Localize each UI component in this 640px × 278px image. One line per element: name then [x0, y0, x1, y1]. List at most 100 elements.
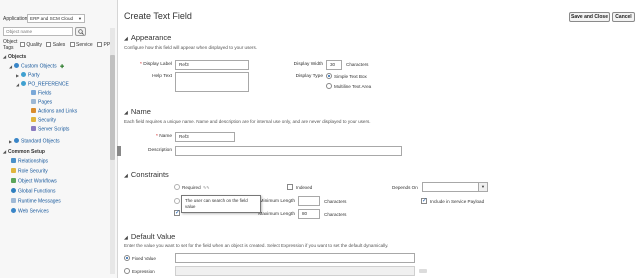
- search-button[interactable]: [75, 27, 86, 36]
- tree-item-po-reference[interactable]: ◢ PO_REFERENCE: [16, 81, 69, 88]
- minimum-length-input[interactable]: [298, 196, 320, 206]
- required-toggle[interactable]: [174, 184, 180, 190]
- expression-builder-icon[interactable]: [419, 269, 427, 273]
- display-type-simple-label: Simple Text Box: [334, 74, 367, 79]
- object-search-input[interactable]: Object name: [3, 27, 73, 36]
- common-setup-header[interactable]: ◢ Common Setup: [3, 149, 45, 155]
- relationships-icon: [11, 158, 16, 163]
- messages-icon: [11, 198, 16, 203]
- tree-item-party[interactable]: ▶ Party: [16, 72, 40, 79]
- add-icon[interactable]: ✚: [60, 64, 64, 70]
- tree-item-pages[interactable]: Pages: [31, 99, 52, 106]
- display-type-multiline-radio[interactable]: [326, 83, 332, 89]
- collapse-icon: ◢: [124, 110, 128, 116]
- display-label-label: * Display Label: [139, 62, 172, 67]
- indexed-label: Indexed: [296, 185, 313, 190]
- expression-label: Expression: [132, 269, 155, 274]
- navigator-scrollbar-thumb[interactable]: [110, 55, 115, 160]
- collapse-pane-handle[interactable]: [117, 146, 121, 156]
- searchable-checkbox[interactable]: [174, 209, 180, 216]
- setup-item-relationships[interactable]: Relationships: [11, 158, 48, 165]
- help-text-label: Help Text: [152, 74, 172, 79]
- setup-item-global-functions[interactable]: Global Functions: [11, 188, 56, 195]
- display-label-input[interactable]: Ref3: [175, 60, 249, 70]
- collapse-icon: ◢: [124, 36, 128, 42]
- maximum-length-input[interactable]: 80: [298, 209, 320, 219]
- description-input[interactable]: [175, 146, 402, 156]
- setup-item-role-security[interactable]: Role Security: [11, 168, 48, 175]
- security-icon: [31, 117, 36, 122]
- service-payload-label: Include in Service Payload: [430, 199, 485, 204]
- display-width-label: Display Width: [293, 62, 323, 67]
- description-label: Description: [148, 148, 172, 153]
- tag-checkbox-sales[interactable]: [46, 42, 52, 48]
- updateable-toggle[interactable]: [174, 198, 180, 204]
- actions-icon: [31, 108, 36, 113]
- tree-item-custom-objects[interactable]: ◢ Custom Objects ✚: [9, 63, 64, 70]
- chevron-down-icon: ▼: [478, 183, 487, 191]
- tag-checkbox-pp[interactable]: [97, 42, 103, 48]
- custom-objects-icon: [14, 63, 19, 68]
- cancel-button[interactable]: Cancel: [612, 12, 635, 22]
- minimum-length-unit: Characters: [324, 199, 347, 204]
- tree-item-fields[interactable]: Fields: [31, 90, 51, 97]
- display-width-unit: Characters: [346, 62, 369, 67]
- object-icon: [21, 81, 26, 86]
- collapse-icon: ◢: [124, 173, 128, 179]
- search-icon: [78, 29, 84, 35]
- tag-label-sales: Sales: [52, 42, 66, 48]
- setup-item-runtime-messages[interactable]: Runtime Messages: [11, 198, 61, 205]
- constraints-section-header[interactable]: ◢ Constraints: [124, 170, 169, 179]
- workflows-icon: [11, 178, 16, 183]
- display-type-simple-radio[interactable]: [326, 73, 332, 79]
- tag-checkbox-service[interactable]: [69, 42, 75, 48]
- fixed-value-label: Fixed Value: [132, 256, 156, 261]
- fixed-value-radio[interactable]: [124, 255, 130, 261]
- object-navigator: Application ERP and SCM Cloud ▼ Object n…: [0, 0, 118, 278]
- required-label: Required ✎✎: [182, 185, 210, 190]
- display-type-multiline-label: Multiline Text Area: [334, 84, 372, 89]
- appearance-section-header[interactable]: ◢ Appearance: [124, 33, 171, 42]
- global-functions-icon: [11, 188, 16, 193]
- display-type-label: Display Type: [295, 74, 323, 79]
- name-input[interactable]: Ref3: [175, 132, 235, 142]
- tag-label-quality: Quality: [26, 42, 42, 48]
- application-label: Application: [3, 16, 28, 22]
- expression-input[interactable]: [175, 266, 415, 276]
- setup-item-object-workflows[interactable]: Object Workflows: [11, 178, 57, 185]
- standard-objects-icon: [14, 138, 19, 143]
- minimum-length-label: Minimum Length: [259, 199, 295, 204]
- application-select-value: ERP and SCM Cloud: [30, 16, 74, 21]
- object-tags-label: Object Tags: [3, 39, 18, 51]
- tag-filters: Quality Sales Service PP: [20, 42, 110, 48]
- indexed-checkbox[interactable]: [287, 184, 293, 190]
- maximum-length-label: Maximum Length: [258, 212, 295, 217]
- objects-section-header[interactable]: ◢ Objects: [3, 54, 26, 60]
- setup-item-web-services[interactable]: Web Services: [11, 208, 49, 215]
- depends-on-select[interactable]: ▼: [422, 182, 488, 192]
- searchable-tooltip: The user can search on the field value: [181, 195, 261, 213]
- fields-icon: [31, 90, 36, 95]
- fixed-value-input[interactable]: [175, 253, 415, 263]
- display-width-input[interactable]: 30: [326, 60, 342, 70]
- application-select[interactable]: ERP and SCM Cloud ▼: [27, 14, 85, 23]
- tree-item-server-scripts[interactable]: Server Scripts: [31, 126, 69, 133]
- name-section-header[interactable]: ◢ Name: [124, 107, 151, 116]
- role-security-icon: [11, 168, 16, 173]
- scripts-icon: [31, 126, 36, 131]
- appearance-description: Configure how this field will appear whe…: [124, 45, 258, 50]
- pages-icon: [31, 99, 36, 104]
- tree-item-security[interactable]: Security: [31, 117, 56, 124]
- tag-checkbox-quality[interactable]: [20, 42, 25, 48]
- expression-radio[interactable]: [124, 268, 130, 274]
- help-text-textarea[interactable]: [175, 72, 249, 92]
- name-label: * Name: [156, 134, 172, 139]
- edit-expression-icon[interactable]: ✎✎: [203, 185, 210, 190]
- default-value-section-header[interactable]: ◢ Default Value: [124, 232, 175, 241]
- tree-item-standard-objects[interactable]: ▶ Standard Objects: [9, 138, 60, 145]
- tree-item-actions-links[interactable]: Actions and Links: [31, 108, 77, 115]
- service-payload-checkbox[interactable]: [421, 197, 427, 204]
- save-and-close-button[interactable]: Save and Close: [569, 12, 610, 22]
- depends-on-label: Depends On: [392, 185, 418, 190]
- web-services-icon: [11, 208, 16, 213]
